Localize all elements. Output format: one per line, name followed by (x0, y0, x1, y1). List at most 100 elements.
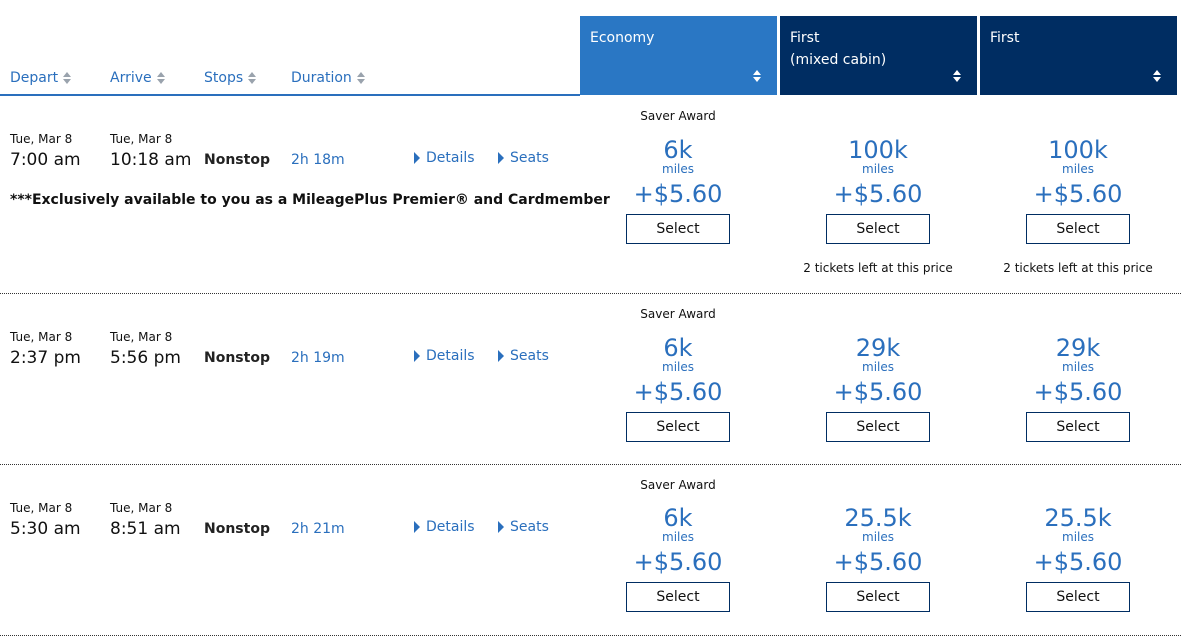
cabin-first-mixed-sublabel: (mixed cabin) (790, 52, 887, 68)
stops-value: Nonstop (204, 350, 270, 366)
stops-value: Nonstop (204, 152, 270, 168)
sort-stops[interactable]: Stops (204, 70, 257, 86)
stops-value: Nonstop (204, 521, 270, 537)
select-button[interactable]: Select (826, 582, 930, 612)
cabin-header-first[interactable]: First (980, 16, 1177, 95)
arrive-date: Tue, Mar 8 (110, 132, 173, 146)
cabin-header-economy[interactable]: Economy (580, 16, 777, 95)
details-label: Details (426, 348, 475, 364)
sort-arrows-icon (63, 72, 72, 84)
sort-arrows-icon (953, 70, 961, 82)
sort-arrive-label: Arrive (110, 70, 152, 86)
fare-miles: 6k (663, 136, 693, 164)
sort-arrows-icon (248, 72, 257, 84)
arrive-time: 8:51 am (110, 519, 181, 539)
caret-right-icon (498, 350, 504, 362)
header-divider (0, 94, 580, 96)
caret-right-icon (498, 521, 504, 533)
sort-arrows-icon (156, 72, 165, 84)
saver-award-label: Saver Award (640, 109, 716, 123)
fare-first: 29k miles +$5.60 Select (978, 335, 1178, 442)
duration-value: 2h 21m (291, 521, 345, 537)
details-label: Details (426, 519, 475, 535)
select-button[interactable]: Select (1026, 412, 1130, 442)
fare-miles: 6k (663, 334, 693, 362)
select-button[interactable]: Select (626, 582, 730, 612)
select-button[interactable]: Select (626, 412, 730, 442)
row-divider (0, 293, 1181, 294)
caret-right-icon (498, 152, 504, 164)
fare-tax: +$5.60 (633, 378, 723, 406)
fare-tax: +$5.60 (633, 180, 723, 208)
fare-miles: 100k (1048, 136, 1108, 164)
fare-first-mixed: 100k miles +$5.60 Select (778, 137, 978, 244)
cabin-first-label: First (990, 30, 1020, 46)
fare-miles: 29k (1055, 334, 1101, 362)
fare-tax: +$5.60 (1033, 180, 1123, 208)
fare-miles: 100k (848, 136, 908, 164)
fare-tax: +$5.60 (833, 378, 923, 406)
fare-miles-unit: miles (1062, 162, 1094, 176)
row-divider (0, 635, 1181, 636)
details-link[interactable]: Details (414, 348, 475, 364)
fare-miles-unit: miles (862, 530, 894, 544)
fare-miles-unit: miles (862, 360, 894, 374)
cabin-header-first-mixed[interactable]: First (mixed cabin) (780, 16, 977, 95)
seats-link[interactable]: Seats (498, 348, 549, 364)
saver-award-label: Saver Award (640, 478, 716, 492)
fare-miles: 6k (663, 504, 693, 532)
cabin-economy-label: Economy (590, 30, 655, 46)
arrive-time: 10:18 am (110, 150, 192, 170)
sort-arrows-icon (356, 72, 365, 84)
sort-duration[interactable]: Duration (291, 70, 365, 86)
saver-award-label: Saver Award (640, 307, 716, 321)
depart-date: Tue, Mar 8 (10, 330, 73, 344)
sort-arrive[interactable]: Arrive (110, 70, 165, 86)
fare-miles-unit: miles (662, 530, 694, 544)
fare-miles-unit: miles (662, 162, 694, 176)
fare-first-mixed: 25.5k miles +$5.60 Select (778, 505, 978, 612)
select-button[interactable]: Select (1026, 214, 1130, 244)
seats-link[interactable]: Seats (498, 519, 549, 535)
duration-value: 2h 19m (291, 350, 345, 366)
select-button[interactable]: Select (826, 412, 930, 442)
depart-date: Tue, Mar 8 (10, 132, 73, 146)
tickets-left-note: 2 tickets left at this price (803, 261, 953, 275)
tickets-left-note: 2 tickets left at this price (1003, 261, 1153, 275)
fare-miles: 29k (855, 334, 901, 362)
arrive-date: Tue, Mar 8 (110, 330, 173, 344)
fare-economy: 6k miles +$5.60 Select (578, 137, 778, 244)
seats-label: Seats (510, 348, 549, 364)
fare-tax: +$5.60 (1033, 378, 1123, 406)
caret-right-icon (414, 521, 420, 533)
duration-value: 2h 18m (291, 152, 345, 168)
fare-miles: 25.5k (844, 504, 912, 532)
fare-tax: +$5.60 (633, 548, 723, 576)
fare-miles-unit: miles (662, 360, 694, 374)
fare-miles-unit: miles (862, 162, 894, 176)
sort-arrows-icon (753, 70, 761, 82)
fare-miles-unit: miles (1062, 360, 1094, 374)
arrive-time: 5:56 pm (110, 348, 181, 368)
promo-note: ***Exclusively available to you as a Mil… (10, 192, 610, 208)
sort-duration-label: Duration (291, 70, 352, 86)
fare-first: 100k miles +$5.60 Select (978, 137, 1178, 244)
details-label: Details (426, 150, 475, 166)
depart-time: 2:37 pm (10, 348, 81, 368)
sort-stops-label: Stops (204, 70, 244, 86)
select-button[interactable]: Select (1026, 582, 1130, 612)
select-button[interactable]: Select (626, 214, 730, 244)
fare-first: 25.5k miles +$5.60 Select (978, 505, 1178, 612)
select-button[interactable]: Select (826, 214, 930, 244)
fare-economy: 6k miles +$5.60 Select (578, 335, 778, 442)
seats-link[interactable]: Seats (498, 150, 549, 166)
seats-label: Seats (510, 150, 549, 166)
fare-economy: 6k miles +$5.60 Select (578, 505, 778, 612)
details-link[interactable]: Details (414, 150, 475, 166)
sort-depart-label: Depart (10, 70, 59, 86)
details-link[interactable]: Details (414, 519, 475, 535)
sort-depart[interactable]: Depart (10, 70, 72, 86)
depart-time: 7:00 am (10, 150, 81, 170)
fare-tax: +$5.60 (833, 180, 923, 208)
sort-arrows-icon (1153, 70, 1161, 82)
